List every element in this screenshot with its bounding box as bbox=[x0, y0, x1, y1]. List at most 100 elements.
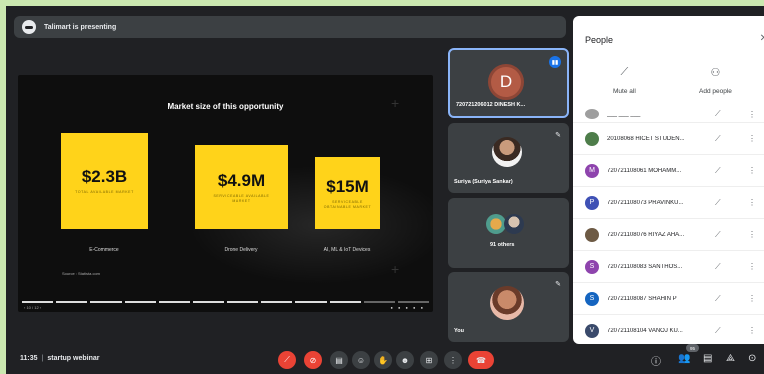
avatar: S bbox=[585, 291, 599, 306]
presenter-avatar bbox=[22, 20, 36, 34]
list-item[interactable]: V 720721108104 VANOJ KU... ⟋ ⋮ bbox=[573, 314, 764, 344]
avatar bbox=[585, 131, 599, 146]
mic-off-icon: ⟋ bbox=[620, 66, 629, 78]
mic-off-icon[interactable]: ⟋ bbox=[715, 262, 721, 272]
participant-list: ___ ___ ___ ⟋ ⋮ 20108068 HICET STUDEN...… bbox=[573, 106, 764, 344]
list-item[interactable]: M 720721108061 MOHAMM... ⟋ ⋮ bbox=[573, 154, 764, 186]
avatar: D bbox=[488, 64, 524, 100]
more-icon[interactable]: ⋮ bbox=[748, 110, 756, 119]
more-icon[interactable]: ⋮ bbox=[748, 262, 756, 271]
meet-window: Talimart is presenting Market size of th… bbox=[6, 6, 764, 374]
mic-off-icon[interactable]: ⟋ bbox=[715, 230, 721, 240]
more-icon[interactable]: ⋮ bbox=[748, 134, 756, 143]
slide-progress bbox=[18, 301, 433, 303]
participant-name: Suriya (Suriya Sankar) bbox=[454, 179, 513, 185]
participant-name: 720721206012 DINESH K... bbox=[456, 102, 526, 108]
more-icon[interactable]: ⋮ bbox=[748, 326, 756, 335]
slide-options[interactable]: ● ● ● ● ● bbox=[390, 305, 425, 310]
participant-name: 720721108104 VANOJ KU... bbox=[607, 327, 683, 334]
market-value: $15M bbox=[326, 176, 369, 196]
participant-name: 720721108087 SHAHIN P bbox=[607, 295, 677, 302]
market-box-sam: $4.9M SERVICEABLE AVAILABLE MARKET bbox=[195, 145, 288, 229]
market-box-som: $15M SERVICEABLE OBTAINABLE MARKET bbox=[315, 157, 380, 229]
list-item[interactable]: S 720721108083 SANTHOS... ⟋ ⋮ bbox=[573, 250, 764, 282]
info-icon[interactable]: ⓘ bbox=[651, 353, 661, 368]
avatar: S bbox=[585, 259, 599, 274]
participant-name: 20108068 HICET STUDEN... bbox=[607, 135, 685, 142]
slide-page-indicator[interactable]: ‹ 10 / 12 › bbox=[24, 305, 41, 310]
more-icon[interactable]: ⋮ bbox=[748, 294, 756, 303]
list-item[interactable]: S 720721108087 SHAHIN P ⟋ ⋮ bbox=[573, 282, 764, 314]
chat-icon[interactable]: ▤ bbox=[703, 353, 712, 364]
more-options-button[interactable]: ⋮ bbox=[444, 351, 462, 369]
avatar: M bbox=[585, 163, 599, 178]
activities-icon[interactable]: ⟁ bbox=[726, 353, 735, 364]
lock-icon[interactable]: ⊙ bbox=[748, 353, 756, 364]
clock-time: 11:35 bbox=[20, 355, 38, 362]
mic-off-icon[interactable]: ⟋ bbox=[715, 166, 721, 176]
people-icon[interactable]: 👥 bbox=[678, 353, 690, 364]
participant-name: 720721108076 RIYAZ AHA... bbox=[607, 231, 685, 238]
people-panel: People ✕ ⟋ Mute all ⚇ Add people ___ ___… bbox=[573, 16, 764, 344]
emoji-button[interactable]: ☻ bbox=[396, 351, 414, 369]
participant-name: 91 others bbox=[490, 242, 515, 248]
list-item[interactable]: P 720721108073 PRAVINKU... ⟋ ⋮ bbox=[573, 186, 764, 218]
market-label: E-Commerce bbox=[89, 247, 119, 253]
slide-title: Market size of this opportunity bbox=[167, 102, 284, 111]
captions-button[interactable]: ▤ bbox=[330, 351, 348, 369]
list-item[interactable]: ___ ___ ___ ⟋ ⋮ bbox=[573, 106, 764, 122]
present-button[interactable]: ⊞ bbox=[420, 351, 438, 369]
mic-off-icon[interactable]: ⟋ bbox=[715, 198, 721, 208]
avatar bbox=[492, 137, 522, 167]
participant-name: ___ ___ ___ bbox=[607, 111, 641, 117]
mic-off-icon[interactable]: ⟋ bbox=[715, 294, 721, 304]
market-label: AI, ML & IoT Devices bbox=[323, 247, 371, 253]
raise-hand-button[interactable]: ✋ bbox=[374, 351, 392, 369]
participant-tile-suriya[interactable]: ✎ Suriya (Suriya Sankar) bbox=[448, 123, 569, 193]
avatar: P bbox=[585, 195, 599, 210]
avatar bbox=[585, 109, 599, 119]
participant-tile-others[interactable]: 91 others bbox=[448, 198, 569, 268]
more-icon[interactable]: ⋮ bbox=[748, 230, 756, 239]
list-item[interactable]: 20108068 HICET STUDEN... ⟋ ⋮ bbox=[573, 122, 764, 154]
mic-off-icon[interactable]: ⟋ bbox=[715, 134, 721, 144]
close-icon[interactable]: ✕ bbox=[760, 33, 764, 44]
people-title: People bbox=[585, 35, 614, 45]
avatar bbox=[504, 214, 524, 234]
camera-toggle-button[interactable]: ⊘ bbox=[304, 351, 322, 369]
mic-off-icon: ✎ bbox=[555, 281, 561, 288]
market-sub: SERVICEABLE OBTAINABLE MARKET bbox=[323, 199, 372, 209]
shared-slide: Market size of this opportunity + + $2.3… bbox=[18, 75, 433, 312]
avatar bbox=[585, 227, 599, 242]
mic-off-icon[interactable]: ⟋ bbox=[715, 326, 721, 336]
presenting-label: Talimart is presenting bbox=[44, 23, 117, 31]
participant-name: 720721108061 MOHAMM... bbox=[607, 167, 682, 174]
participant-name: You bbox=[454, 328, 464, 334]
reactions-button[interactable]: ☺ bbox=[352, 351, 370, 369]
participant-count-badge: 95 bbox=[686, 344, 699, 352]
market-label: Drone Delivery bbox=[224, 247, 258, 253]
add-people-button[interactable]: ⚇ Add people bbox=[699, 66, 732, 98]
participant-name: 720721108073 PRAVINKU... bbox=[607, 199, 684, 206]
more-icon[interactable]: ⋮ bbox=[748, 166, 756, 175]
market-sub: SERVICEABLE AVAILABLE MARKET bbox=[213, 193, 270, 203]
participant-name: 720721108083 SANTHOS... bbox=[607, 263, 683, 270]
speaking-indicator-icon: ▮▮ bbox=[549, 56, 561, 68]
more-icon[interactable]: ⋮ bbox=[748, 198, 756, 207]
market-box-tam: $2.3B TOTAL AVAILABLE MARKET bbox=[61, 133, 148, 229]
market-value: $4.9M bbox=[217, 170, 266, 190]
participant-tile-dinesh[interactable]: D ▮▮ 720721206012 DINESH K... bbox=[448, 48, 569, 118]
mic-off-icon[interactable]: ⟋ bbox=[715, 109, 721, 119]
meeting-info: 11:35 | startup webinar bbox=[20, 355, 100, 362]
mute-all-button[interactable]: ⟋ Mute all bbox=[613, 66, 636, 98]
leave-call-button[interactable]: ☎ bbox=[468, 351, 494, 369]
list-item[interactable]: 720721108076 RIYAZ AHA... ⟋ ⋮ bbox=[573, 218, 764, 250]
mic-toggle-button[interactable]: ⟋ bbox=[278, 351, 296, 369]
slide-source: Source : Statista.com bbox=[62, 271, 101, 276]
avatar: V bbox=[585, 323, 599, 338]
avatar bbox=[486, 214, 506, 234]
participant-tile-you[interactable]: ✎ You bbox=[448, 272, 569, 342]
meeting-name: startup webinar bbox=[47, 355, 100, 362]
add-person-icon: ⚇ bbox=[710, 67, 721, 79]
mic-off-icon: ✎ bbox=[555, 132, 561, 139]
